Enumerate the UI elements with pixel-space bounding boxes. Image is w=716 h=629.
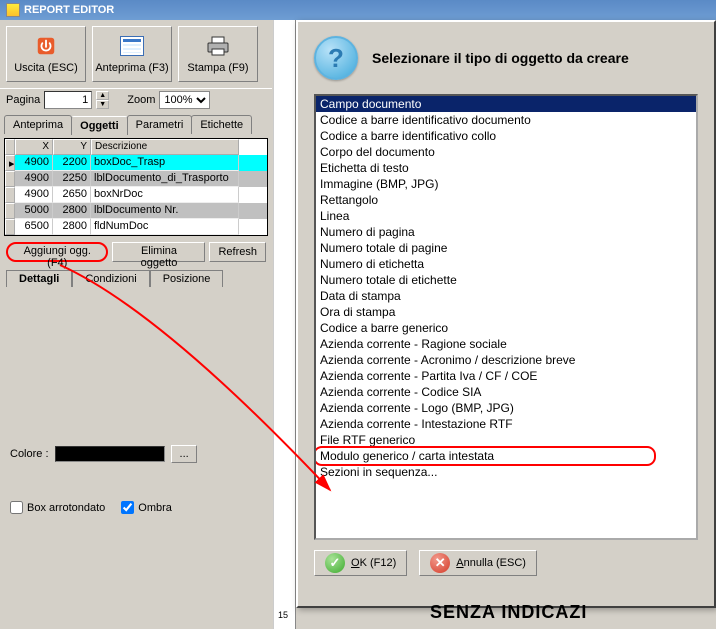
color-picker-button[interactable]: ... (171, 445, 197, 463)
list-item[interactable]: Linea (316, 208, 696, 224)
list-item[interactable]: Modulo generico / carta intestata (316, 448, 696, 464)
col-x[interactable]: X (15, 139, 53, 155)
list-item[interactable]: Campo documento (316, 96, 696, 112)
list-item[interactable]: Immagine (BMP, JPG) (316, 176, 696, 192)
preview-button[interactable]: Anteprima (F3) (92, 26, 172, 82)
list-item[interactable]: Numero totale di etichette (316, 272, 696, 288)
ok-button[interactable]: ✓ OK (F12) (314, 550, 407, 576)
cancel-button[interactable]: ✕ Annulla (ESC) (419, 550, 537, 576)
app-icon (6, 3, 20, 17)
list-item[interactable]: Azienda corrente - Ragione sociale (316, 336, 696, 352)
box-rounded-check[interactable]: Box arrotondato (10, 501, 105, 514)
object-type-list[interactable]: Campo documentoCodice a barre identifica… (314, 94, 698, 540)
dialog-title: Selezionare il tipo di oggetto da creare (372, 50, 629, 66)
subtab-dettagli[interactable]: Dettagli (6, 270, 72, 287)
objects-grid: X Y Descrizione ▸ 4900 2200 boxDoc_Trasp… (4, 138, 268, 236)
tab-anteprima[interactable]: Anteprima (4, 115, 72, 134)
list-item[interactable]: File RTF generico (316, 432, 696, 448)
page-down[interactable]: ▼ (96, 100, 109, 109)
object-type-dialog: ? Selezionare il tipo di oggetto da crea… (296, 20, 716, 608)
tab-oggetti[interactable]: Oggetti (71, 116, 128, 135)
list-item[interactable]: Azienda corrente - Partita Iva / CF / CO… (316, 368, 696, 384)
table-row[interactable]: 4900 2250 lblDocumento_di_Trasporto (5, 171, 267, 187)
shadow-check[interactable]: Ombra (121, 501, 172, 514)
col-y[interactable]: Y (53, 139, 91, 155)
tab-parametri[interactable]: Parametri (127, 115, 193, 134)
toolbar: Uscita (ESC) Anteprima (F3) Stampa (F9) (0, 20, 272, 89)
list-item[interactable]: Etichetta di testo (316, 160, 696, 176)
list-item[interactable]: Corpo del documento (316, 144, 696, 160)
preview-icon (120, 34, 144, 58)
power-icon (34, 34, 58, 58)
list-item[interactable]: Azienda corrente - Intestazione RTF (316, 416, 696, 432)
refresh-button[interactable]: Refresh (209, 242, 266, 262)
vertical-ruler: 15 (273, 20, 296, 629)
question-icon: ? (314, 36, 358, 80)
list-item[interactable]: Numero di etichetta (316, 256, 696, 272)
list-item[interactable]: Azienda corrente - Logo (BMP, JPG) (316, 400, 696, 416)
list-item[interactable]: Sezioni in sequenza... (316, 464, 696, 480)
color-label: Colore : (10, 448, 49, 460)
delete-object-button[interactable]: Elimina oggetto (112, 242, 205, 262)
add-object-button[interactable]: Aggiungi ogg.(F4) (6, 242, 108, 262)
page-label: Pagina (6, 94, 40, 106)
color-swatch (55, 446, 165, 462)
list-item[interactable]: Azienda corrente - Acronimo / descrizion… (316, 352, 696, 368)
page-input[interactable] (44, 91, 92, 109)
list-item[interactable]: Ora di stampa (316, 304, 696, 320)
table-row[interactable]: ▸ 4900 2200 boxDoc_Trasp (5, 155, 267, 171)
page-up[interactable]: ▲ (96, 91, 109, 100)
list-item[interactable]: Numero totale di pagine (316, 240, 696, 256)
exit-button[interactable]: Uscita (ESC) (6, 26, 86, 82)
list-item[interactable]: Codice a barre identificativo documento (316, 112, 696, 128)
list-item[interactable]: Numero di pagina (316, 224, 696, 240)
list-item[interactable]: Azienda corrente - Codice SIA (316, 384, 696, 400)
list-item[interactable]: Codice a barre identificativo collo (316, 128, 696, 144)
subtab-condizioni[interactable]: Condizioni (72, 270, 149, 287)
window-title: REPORT EDITOR (24, 4, 114, 16)
page-background-text: SENZA INDICAZI (430, 602, 587, 623)
titlebar: REPORT EDITOR (0, 0, 716, 20)
check-icon: ✓ (325, 553, 345, 573)
zoom-label: Zoom (127, 94, 155, 106)
zoom-select[interactable]: 100% (159, 91, 210, 109)
table-row[interactable]: 4900 2650 boxNrDoc (5, 187, 267, 203)
tab-etichette[interactable]: Etichette (191, 115, 252, 134)
table-row[interactable]: 6500 2800 fldNumDoc (5, 219, 267, 235)
printer-icon (206, 34, 230, 58)
print-button[interactable]: Stampa (F9) (178, 26, 258, 82)
table-row[interactable]: 5000 2800 lblDocumento Nr. (5, 203, 267, 219)
list-item[interactable]: Codice a barre generico (316, 320, 696, 336)
list-item[interactable]: Rettangolo (316, 192, 696, 208)
list-item[interactable]: Data di stampa (316, 288, 696, 304)
close-icon: ✕ (430, 553, 450, 573)
col-desc[interactable]: Descrizione (91, 139, 239, 155)
subtab-posizione[interactable]: Posizione (150, 270, 224, 287)
